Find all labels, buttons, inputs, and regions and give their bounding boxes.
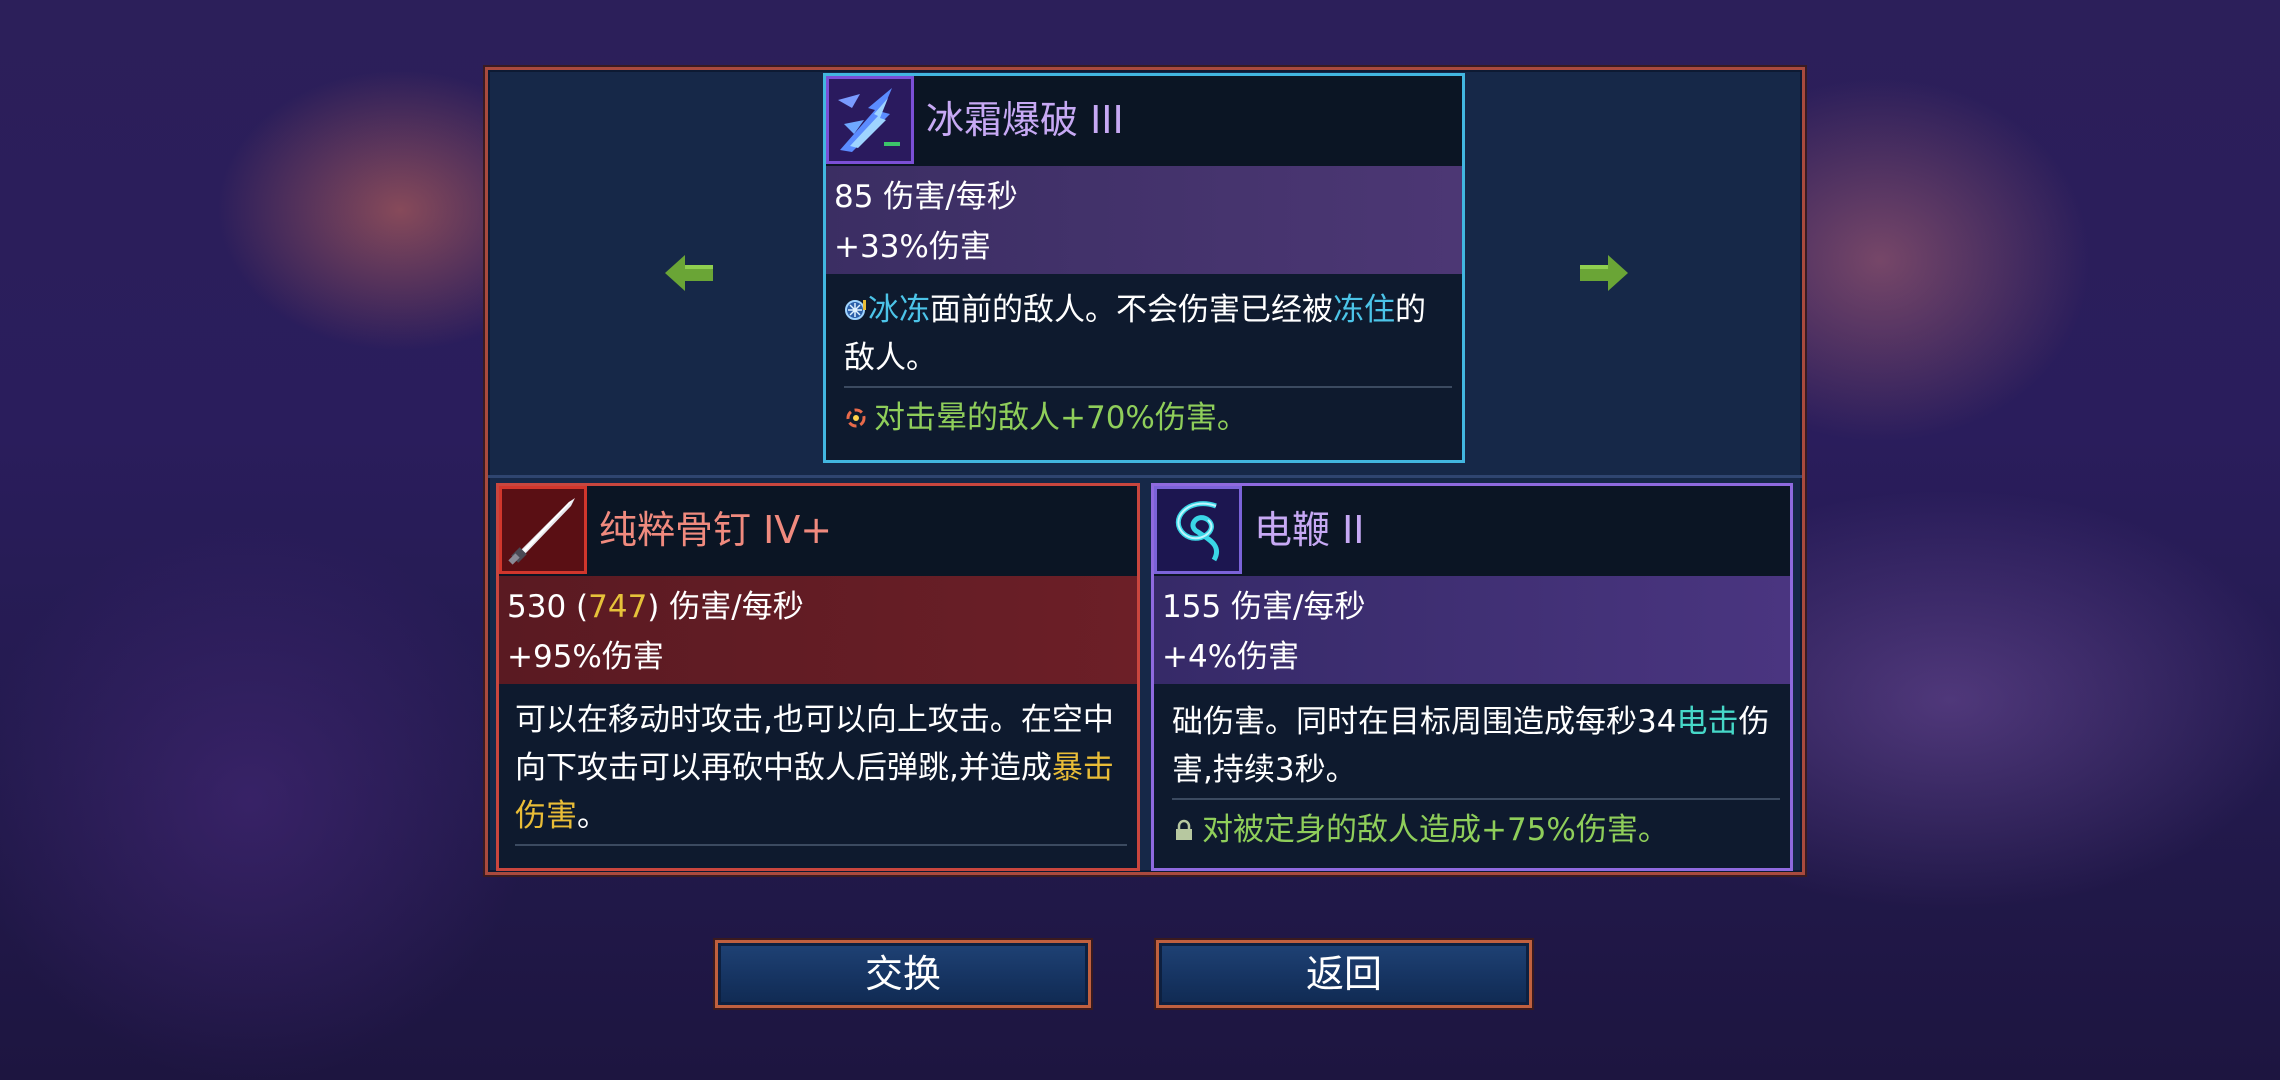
- damage-bonus: +33%伤害: [834, 229, 991, 265]
- weapon-stats: 85 伤害/每秒 +33%伤害: [826, 166, 1462, 274]
- dps-value: 530 (747) 伤害/每秒: [507, 582, 1137, 632]
- conditional-bonus: 对被定身的敌人造成+75%伤害。: [1172, 808, 1780, 852]
- dps-base: 530 (: [507, 589, 589, 625]
- weapon-description[interactable]: 础伤害。同时在目标周围造成每秒34电击伤害,持续3秒。 对被定身的敌人造成+75…: [1154, 684, 1790, 868]
- other-weapon-card: 电鞭 II 155 伤害/每秒 +4%伤害 础伤害。同时在目标周围造成每秒34电…: [1151, 483, 1793, 871]
- card-header: 电鞭 II: [1154, 486, 1790, 576]
- bonus-text: 对击晕的敌人+70%伤害。: [874, 400, 1248, 436]
- weapon-stats: 155 伤害/每秒 +4%伤害: [1154, 576, 1790, 684]
- separator: [1172, 798, 1780, 800]
- electric-whip-icon: [1154, 486, 1242, 574]
- swap-button[interactable]: 交换: [713, 938, 1093, 1010]
- card-header: 纯粹骨钉 IV+: [499, 486, 1137, 576]
- stun-icon: [844, 398, 868, 428]
- description-text: 面前的敌人。不会伤害已经被: [930, 292, 1333, 328]
- card-header: 冰霜爆破 III: [826, 76, 1462, 166]
- description-text: 础伤害。同时在目标周围造成每秒34: [1172, 704, 1677, 740]
- current-weapon-card: 纯粹骨钉 IV+ 530 (747) 伤害/每秒 +95%伤害 可以在移动时攻击…: [496, 483, 1140, 871]
- weapon-stats: 530 (747) 伤害/每秒 +95%伤害: [499, 576, 1137, 684]
- previous-arrow-icon[interactable]: [665, 253, 715, 293]
- description-text: 可以在移动时攻击,也可以向上攻击。在空中向下攻击可以再砍中敌人后弹跳,并造成: [515, 702, 1114, 786]
- weapon-description: 冰冻面前的敌人。不会伤害已经被冻住的敌人。 对击晕的敌人+70%伤害。: [826, 274, 1462, 460]
- weapon-description[interactable]: 可以在移动时攻击,也可以向上攻击。在空中向下攻击可以再砍中敌人后弹跳,并造成暴击…: [499, 684, 1137, 868]
- conditional-bonus: 对击晕的敌人+70%伤害。: [844, 396, 1452, 440]
- panel-divider: [488, 475, 1802, 478]
- keyword-frozen: 冻住: [1333, 292, 1395, 328]
- separator: [515, 844, 1127, 846]
- back-button[interactable]: 返回: [1154, 938, 1534, 1010]
- damage-bonus: +95%伤害: [507, 639, 664, 675]
- dps-boosted: 747: [588, 589, 648, 625]
- description-text-end: 。: [577, 798, 608, 834]
- weapon-title: 纯粹骨钉 IV+: [599, 508, 833, 552]
- lock-icon: [1172, 810, 1196, 840]
- new-weapon-card: 冰霜爆破 III 85 伤害/每秒 +33%伤害 冰冻面前的敌人。不会伤害已经被…: [823, 73, 1465, 463]
- freeze-status-icon: [844, 288, 868, 320]
- frost-blast-icon: [826, 76, 914, 164]
- dps-value: 155 伤害/每秒: [1162, 589, 1366, 625]
- damage-bonus: +4%伤害: [1162, 639, 1300, 675]
- weapon-title: 电鞭 II: [1254, 508, 1365, 552]
- next-arrow-icon[interactable]: [1578, 253, 1628, 293]
- dps-unit: ) 伤害/每秒: [647, 589, 804, 625]
- weapon-title: 冰霜爆破 III: [926, 98, 1124, 142]
- separator: [844, 386, 1452, 388]
- nail-sword-icon: [499, 486, 587, 574]
- keyword-freeze: 冰冻: [868, 292, 930, 328]
- keyword-shock: 电击: [1676, 704, 1739, 740]
- bonus-text: 对被定身的敌人造成+75%伤害。: [1202, 812, 1669, 848]
- dps-value: 85 伤害/每秒: [834, 179, 1018, 215]
